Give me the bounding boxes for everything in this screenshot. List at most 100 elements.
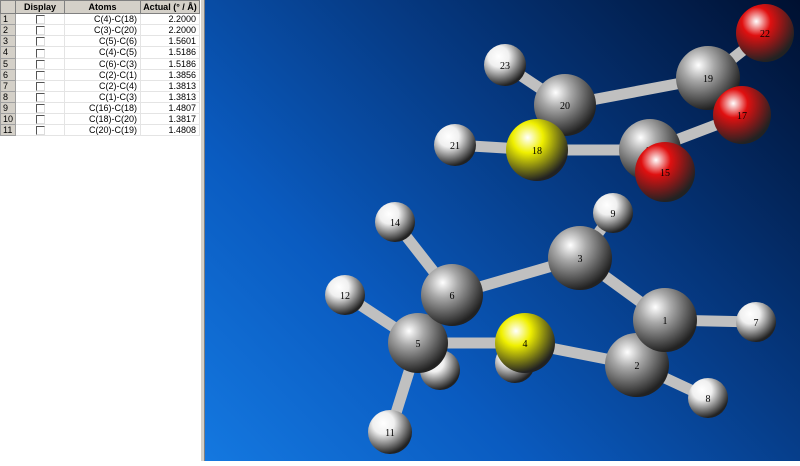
display-checkbox-cell[interactable] (15, 113, 66, 126)
table-row[interactable]: 5 C(6)-C(3) 1.5186 (0, 57, 200, 70)
atom-label: 1 (663, 316, 668, 327)
atom-label: 5 (416, 339, 421, 350)
actual-value-cell: 1.4807 (140, 102, 200, 115)
atom[interactable]: 6 (421, 264, 483, 326)
display-checkbox-cell[interactable] (15, 46, 66, 59)
actual-value-cell: 1.4808 (140, 124, 200, 137)
atoms-cell: C(18)-C(20) (64, 113, 141, 126)
display-checkbox[interactable] (35, 37, 45, 47)
atom-label: 15 (660, 168, 670, 179)
display-checkbox-cell[interactable] (15, 35, 66, 48)
atom[interactable]: 9 (593, 193, 633, 233)
atom-label: 4 (523, 339, 528, 350)
atom[interactable]: 12 (325, 275, 365, 315)
header-atoms[interactable]: Atoms (64, 0, 141, 14)
atom-label: 7 (754, 318, 759, 329)
display-checkbox[interactable] (35, 81, 45, 91)
table-row[interactable]: 9 C(16)-C(18) 1.4807 (0, 101, 200, 115)
display-checkbox[interactable] (35, 93, 45, 102)
atom[interactable]: 4 (495, 313, 555, 373)
atom[interactable]: 23 (484, 44, 526, 86)
atom[interactable]: 8 (688, 378, 728, 418)
display-checkbox[interactable] (35, 70, 45, 80)
atom-label: 12 (340, 291, 350, 302)
display-checkbox[interactable] (35, 59, 45, 69)
atoms-cell: C(4)-C(5) (64, 46, 141, 59)
display-checkbox[interactable] (35, 26, 45, 36)
header-index[interactable] (0, 0, 17, 14)
atom-label: 9 (611, 209, 616, 220)
measurements-panel: Display Atoms Actual (° / Å) 1 C(4)-C(18… (0, 0, 200, 461)
display-checkbox-cell[interactable] (15, 91, 66, 104)
atom-label: 18 (532, 146, 542, 157)
display-checkbox-cell[interactable] (15, 13, 66, 26)
display-checkbox-cell[interactable] (15, 80, 66, 92)
measurements-table: Display Atoms Actual (° / Å) 1 C(4)-C(18… (0, 0, 200, 137)
actual-value-cell: 1.3817 (140, 113, 200, 126)
atom-label: 21 (450, 141, 460, 152)
row-index: 8 (0, 90, 17, 104)
atom[interactable]: 3 (548, 226, 612, 290)
display-checkbox[interactable] (35, 48, 45, 58)
atom[interactable]: 14 (375, 202, 415, 242)
atom-label: 8 (706, 394, 711, 405)
atom[interactable]: 22 (736, 4, 794, 62)
atom-label: 22 (760, 29, 770, 40)
display-checkbox[interactable] (35, 115, 45, 125)
actual-value-cell: 2.2000 (140, 24, 200, 37)
table-row[interactable]: 7 C(2)-C(4) 1.3813 (0, 79, 200, 92)
atom[interactable]: 1 (633, 288, 697, 352)
atom-label: 23 (500, 61, 510, 72)
actual-value-cell: 1.5186 (140, 58, 200, 70)
display-checkbox-cell[interactable] (15, 124, 66, 137)
atom[interactable]: 11 (368, 410, 412, 454)
actual-value-cell: 1.5186 (140, 46, 200, 59)
display-checkbox[interactable] (35, 104, 45, 114)
atom[interactable]: 7 (736, 302, 776, 342)
display-checkbox-cell[interactable] (15, 69, 66, 81)
atoms-cell: C(2)-C(1) (64, 69, 141, 81)
atoms-cell: C(3)-C(20) (64, 24, 141, 37)
atom-label: 3 (578, 254, 583, 265)
molecule-viewport[interactable]: 11812510427114693212320161518221917 (205, 0, 800, 461)
row-index: 1 (0, 12, 17, 26)
table-row[interactable]: 11 C(20)-C(19) 1.4808 (0, 124, 200, 137)
atom[interactable]: 15 (635, 142, 695, 202)
atoms-cell: C(16)-C(18) (64, 102, 141, 115)
table-row[interactable]: 8 C(1)-C(3) 1.3813 (0, 90, 200, 104)
display-checkbox[interactable] (35, 15, 45, 25)
display-checkbox-cell[interactable] (15, 58, 66, 70)
table-row[interactable]: 10 C(18)-C(20) 1.3817 (0, 113, 200, 126)
row-index: 5 (0, 57, 17, 70)
display-checkbox-cell[interactable] (15, 24, 66, 37)
table-row[interactable]: 2 C(3)-C(20) 2.2000 (0, 24, 200, 37)
row-index: 7 (0, 79, 17, 92)
atom[interactable]: 17 (713, 86, 771, 144)
atoms-cell: C(1)-C(3) (64, 91, 141, 104)
display-checkbox[interactable] (35, 126, 45, 136)
atom[interactable]: 18 (506, 119, 568, 181)
table-row[interactable]: 6 C(2)-C(1) 1.3856 (0, 68, 200, 81)
table-row[interactable]: 4 C(4)-C(5) 1.5186 (0, 46, 200, 59)
actual-value-cell: 1.3813 (140, 80, 200, 92)
row-index: 9 (0, 101, 17, 115)
atom-label: 2 (635, 361, 640, 372)
header-display[interactable]: Display (15, 0, 66, 14)
atom-label: 17 (737, 111, 747, 122)
table-row[interactable]: 3 C(5)-C(6) 1.5601 (0, 35, 200, 48)
row-index: 6 (0, 68, 17, 81)
molecule-3d-view: 11812510427114693212320161518221917 (325, 4, 794, 454)
header-actual[interactable]: Actual (° / Å) (140, 0, 200, 14)
atoms-cell: C(4)-C(18) (64, 13, 141, 26)
table-row[interactable]: 1 C(4)-C(18) 2.2000 (0, 12, 200, 26)
display-checkbox-cell[interactable] (15, 102, 66, 115)
atom-label: 14 (390, 218, 400, 229)
atom[interactable]: 21 (434, 124, 476, 166)
atom-label: 20 (560, 101, 570, 112)
atoms-cell: C(5)-C(6) (64, 35, 141, 48)
atom-label: 19 (703, 74, 713, 85)
row-index: 2 (0, 24, 17, 37)
row-index: 11 (0, 124, 17, 137)
actual-value-cell: 1.5601 (140, 35, 200, 48)
atom-label: 6 (450, 291, 455, 302)
